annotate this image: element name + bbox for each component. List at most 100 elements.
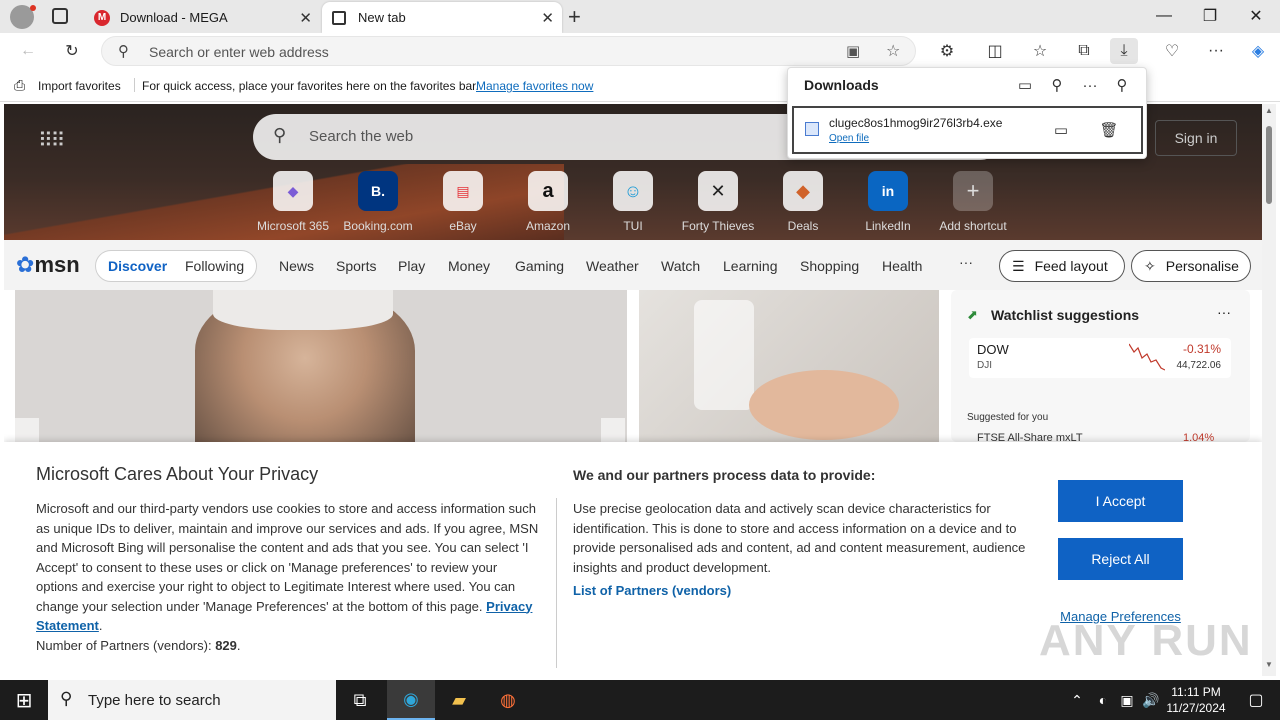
sparkline-chart [1129,343,1165,371]
carousel-prev-button[interactable] [15,418,39,442]
nav-money[interactable]: Money [448,258,490,274]
close-tab-icon[interactable]: ✕ [541,9,554,27]
tab-discover[interactable]: Discover [108,258,167,274]
msn-logo[interactable]: ✿msn [16,252,80,278]
consent-right-title: We and our partners process data to prov… [573,467,876,483]
split-screen-icon[interactable]: ◫ [981,38,1009,64]
download-item[interactable]: clugec8os1hmog9ir276l3rb4.exe Open file … [792,106,1143,154]
scroll-thumb[interactable] [1266,126,1272,204]
windows-start-icon[interactable]: ⊞ [0,680,48,720]
tab-actions-icon[interactable] [52,8,68,24]
shortcut-deals[interactable]: ◆ Deals [762,171,844,233]
tab-newtab[interactable]: New tab ✕ [322,2,562,33]
nav-play[interactable]: Play [398,258,425,274]
notifications-icon[interactable]: ▢ [1232,680,1280,720]
feed-layout-button[interactable]: ☰ Feed layout [999,250,1125,282]
file-explorer-icon[interactable]: ▰ [435,680,483,720]
restore-button[interactable]: ❐ [1187,0,1233,32]
shortcut-label: LinkedIn [865,219,911,233]
shortcut-ebay[interactable]: ▤ eBay [422,171,504,233]
import-favorites-button[interactable]: Import favorites [38,79,121,93]
shortcut-add[interactable]: + Add shortcut [932,171,1014,233]
shortcut-tui[interactable]: ☺ TUI [592,171,674,233]
more-options-icon[interactable]: ··· [1078,73,1102,97]
browser-essentials-icon[interactable]: ♡ [1158,38,1186,64]
tab-following[interactable]: Following [185,258,244,274]
collections-icon[interactable]: ⧉ [1070,38,1098,64]
reject-all-button[interactable]: Reject All [1058,538,1183,580]
trend-icon: ⬈ [967,307,978,322]
page-scrollbar[interactable]: ▲ ▼ [1262,104,1276,676]
suggested-label: Suggested for you [967,412,1049,423]
nav-gaming[interactable]: Gaming [515,258,564,274]
network-icon[interactable]: ▣ [1114,680,1140,720]
nav-learning[interactable]: Learning [723,258,778,274]
news-card-image-2[interactable] [639,290,939,442]
show-hidden-icons[interactable]: ⌃ [1064,680,1090,720]
downloads-title: Downloads [804,77,879,93]
nav-news[interactable]: News [279,258,314,274]
shortcut-forty-thieves[interactable]: ✕ Forty Thieves [677,171,759,233]
scroll-down-icon[interactable]: ▼ [1265,660,1273,669]
search-icon: ⚲ [118,43,129,60]
msn-nav: ✿msn Discover Following News Sports Play… [4,240,1262,290]
nav-sports[interactable]: Sports [336,258,376,274]
scroll-up-icon[interactable]: ▲ [1265,106,1273,115]
address-placeholder: Search or enter web address [149,44,329,60]
nav-watch[interactable]: Watch [661,258,700,274]
tab-strip: M Download - MEGA ✕ New tab ✕ + — ❐ ✕ [0,0,1280,33]
microsoft-365-icon: ◆ [273,171,313,211]
delete-icon[interactable]: 🗑 [1097,118,1121,142]
refresh-icon[interactable]: ↻ [58,38,86,64]
shortcut-booking[interactable]: B. Booking.com [337,171,419,233]
clock[interactable]: 11:11 PM 11/27/2024 [1165,684,1227,716]
accept-button[interactable]: I Accept [1058,480,1183,522]
news-card-image[interactable] [15,290,627,442]
copilot-icon[interactable]: ◈ [1244,38,1272,64]
volume-icon[interactable]: 🔊 [1138,680,1164,720]
downloads-icon[interactable]: ⤓ [1110,38,1138,64]
close-window-button[interactable]: ✕ [1233,0,1279,32]
nav-weather[interactable]: Weather [586,258,639,274]
pin-icon[interactable]: ⚲ [1110,73,1134,97]
address-bar[interactable]: ⚲ Search or enter web address ▣ ☆ [101,36,916,66]
edge-icon[interactable]: ◉ [387,680,435,720]
open-folder-icon[interactable]: ▭ [1013,73,1037,97]
manage-favorites-link[interactable]: Manage favorites now [476,79,593,93]
settings-more-icon[interactable]: ··· [1202,38,1230,64]
favorite-star-icon[interactable]: ☆ [886,41,900,61]
new-tab-button[interactable]: + [568,4,581,30]
nav-shopping[interactable]: Shopping [800,258,859,274]
task-view-icon[interactable]: ⧉ [336,680,384,720]
immersive-reader-icon[interactable]: ▣ [846,42,860,60]
watchlist-more-icon[interactable]: ··· [1217,304,1231,320]
shortcut-linkedin[interactable]: in LinkedIn [847,171,929,233]
shortcut-amazon[interactable]: a Amazon [507,171,589,233]
close-tab-icon[interactable]: ✕ [299,9,312,27]
back-icon[interactable]: ← [14,38,42,64]
minimize-button[interactable]: — [1141,0,1187,32]
stock-row[interactable]: DOW DJI -0.31% 44,722.06 [969,338,1231,378]
stock-change: -0.31% [1182,342,1221,356]
app-launcher-icon[interactable]: ⠿⠿ [38,128,65,153]
favorites-icon[interactable]: ☆ [1026,38,1054,64]
personalise-button[interactable]: ✧ Personalise [1131,250,1251,282]
firefox-icon[interactable]: ◍ [484,680,532,720]
nav-more-icon[interactable]: ··· [959,254,973,270]
anyrun-watermark: ANY RUN [1039,616,1253,665]
taskbar-search[interactable]: ⚲ Type here to search [48,680,336,720]
shortcut-microsoft-365[interactable]: ◆ Microsoft 365 [252,171,334,233]
shortcut-label: TUI [623,219,643,233]
show-in-folder-icon[interactable]: ▭ [1049,118,1073,142]
open-file-link[interactable]: Open file [829,133,869,144]
search-downloads-icon[interactable]: ⚲ [1045,73,1069,97]
tab-mega[interactable]: M Download - MEGA ✕ [84,2,320,33]
sign-in-button[interactable]: Sign in [1155,120,1237,156]
security-icon[interactable]: ◐ [1090,680,1116,720]
carousel-next-button[interactable] [601,418,625,442]
mega-icon: M [94,9,110,26]
nav-health[interactable]: Health [882,258,922,274]
partners-list-link[interactable]: List of Partners (vendors) [573,583,731,598]
watchlist-card: ⬈ Watchlist suggestions ··· DOW DJI -0.3… [951,290,1250,444]
extensions-icon[interactable]: ⚙ [933,38,961,64]
